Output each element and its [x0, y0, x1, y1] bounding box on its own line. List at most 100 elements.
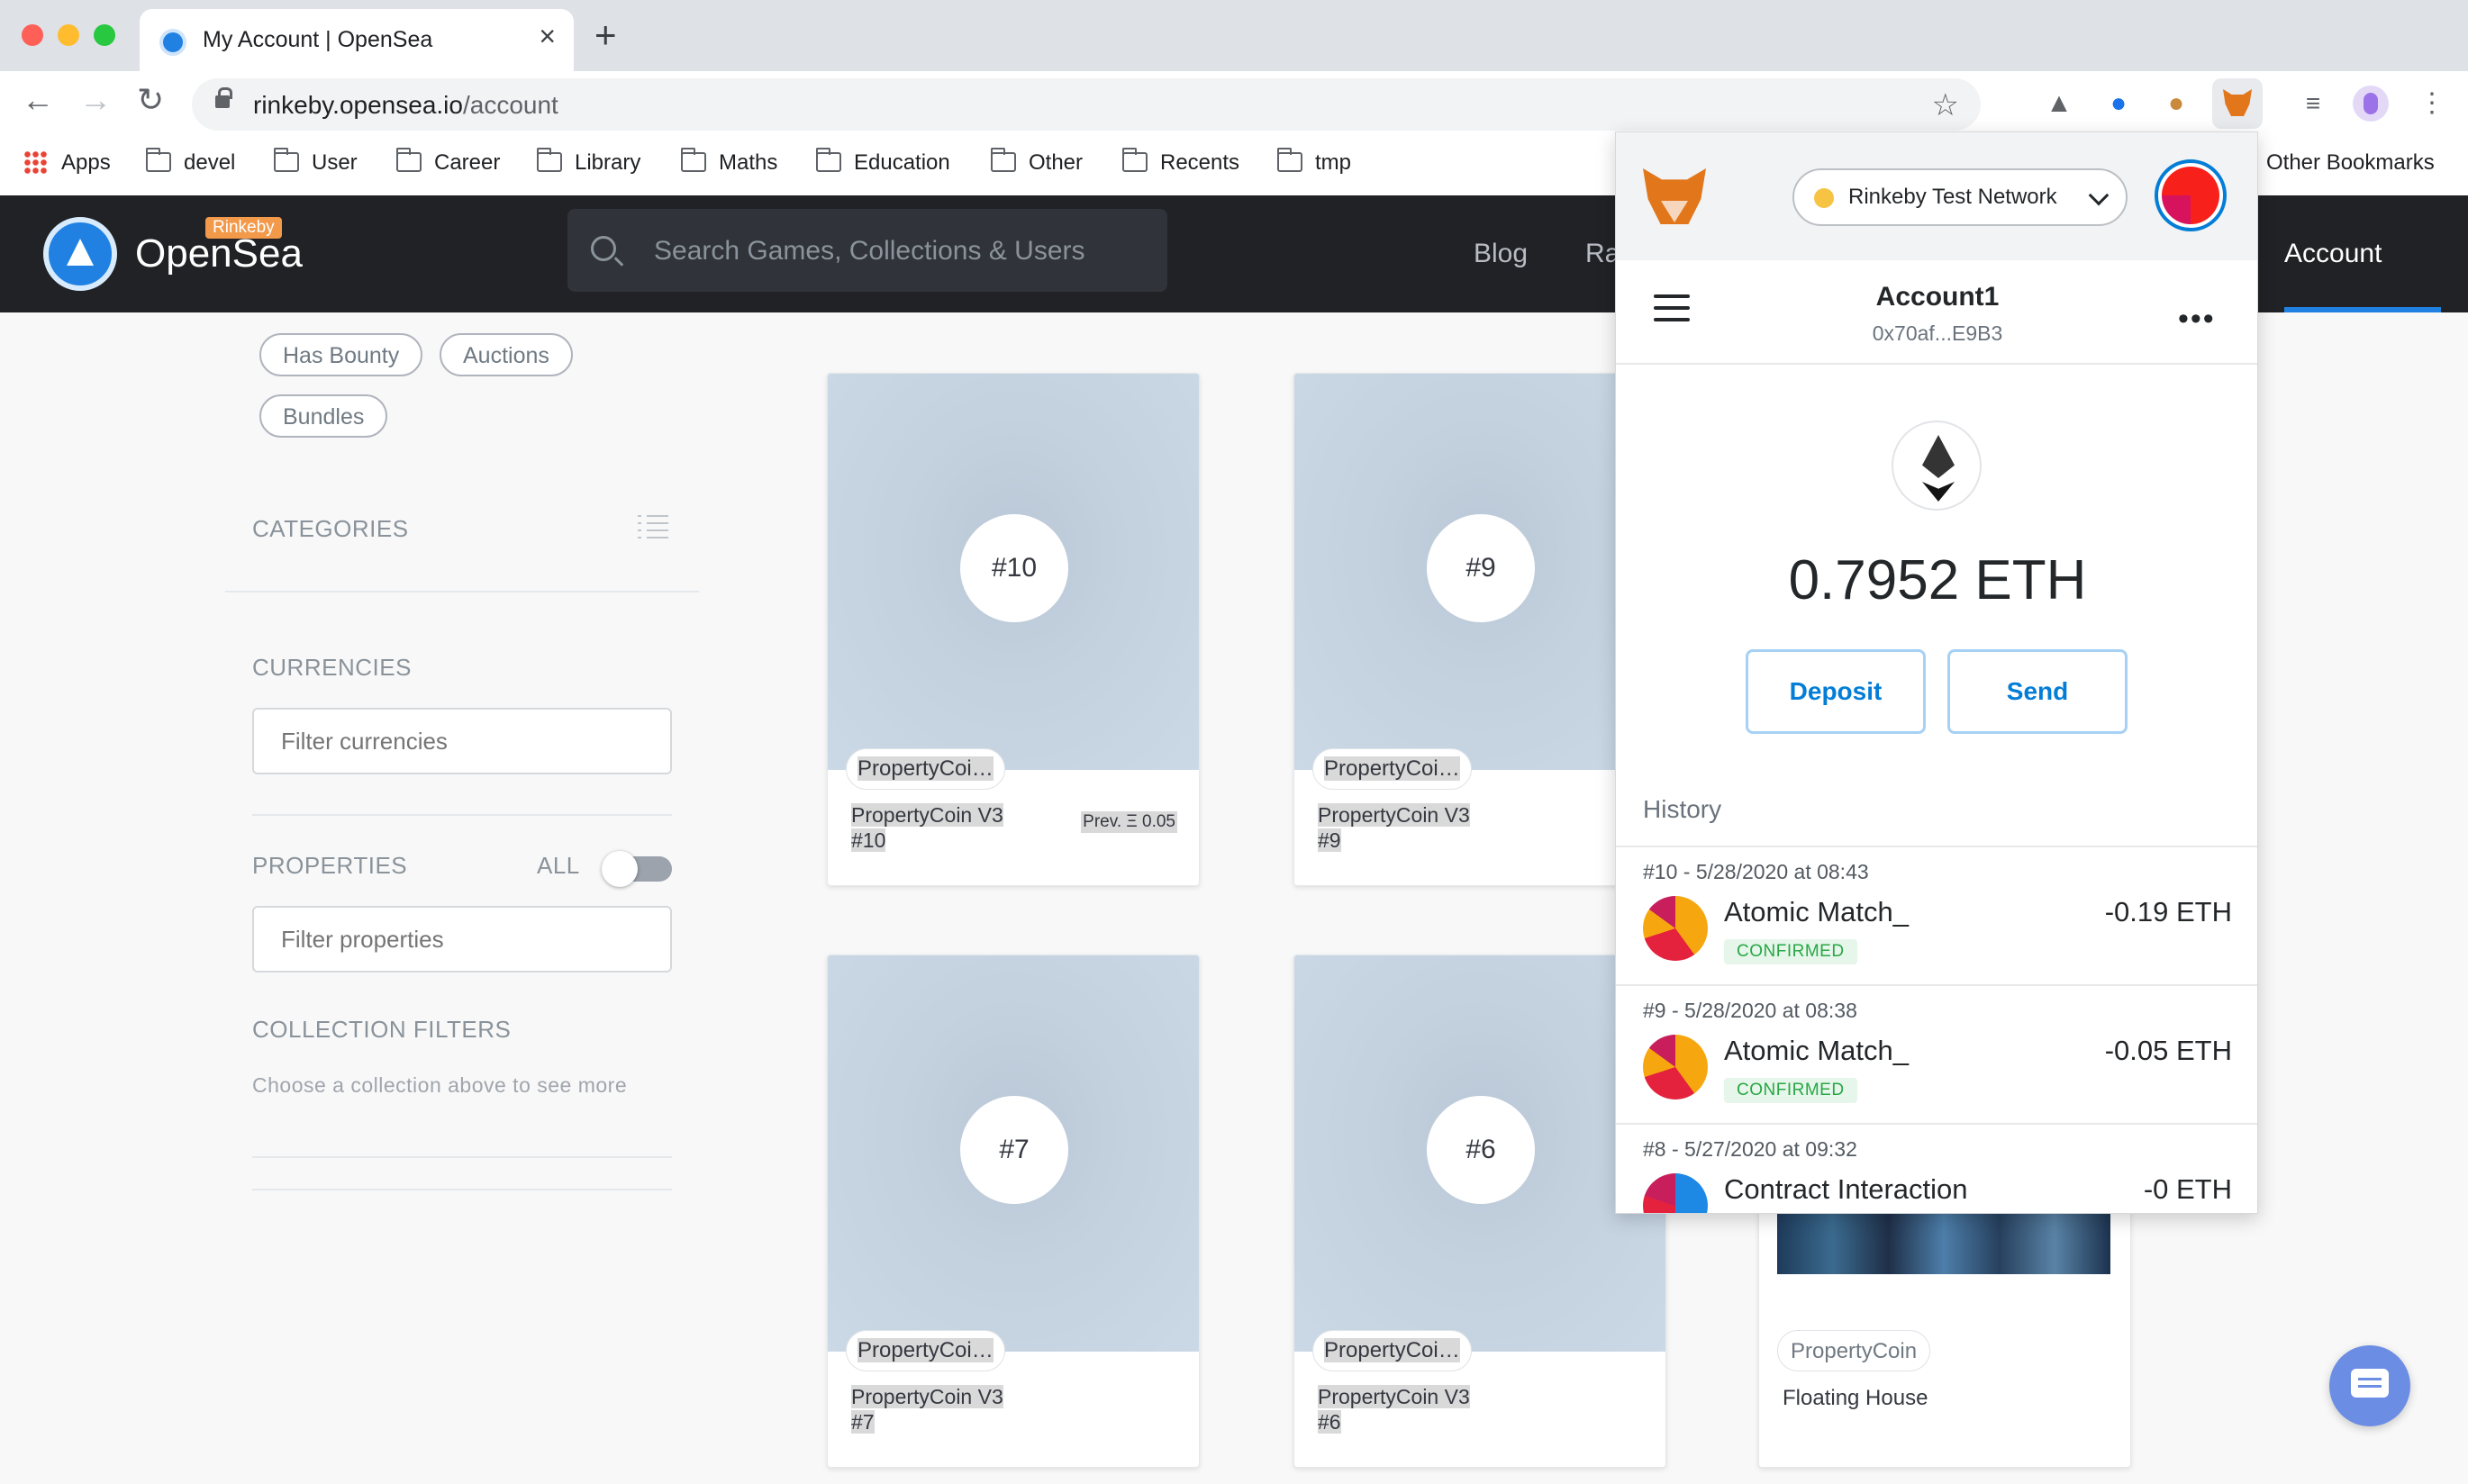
folder-icon	[991, 148, 1016, 172]
transaction-row[interactable]: #8 - 5/27/2020 at 09:32 Contract Interac…	[1616, 1125, 2257, 1213]
asset-image: #7	[828, 955, 1199, 1352]
filter-currencies-input[interactable]	[252, 708, 672, 774]
bookmark-career[interactable]: Career	[396, 148, 500, 176]
browser-toolbar: ← → ↻ rinkeby.opensea.io/account ☆ ▲ ● ●…	[0, 71, 2468, 138]
asset-number-badge: #7	[960, 1096, 1068, 1204]
collection-chip[interactable]: PropertyCoi…	[846, 1330, 1005, 1371]
account-avatar[interactable]	[2155, 159, 2227, 231]
filter-pill-has-bounty[interactable]: Has Bounty	[259, 333, 423, 376]
globe-extension-icon[interactable]: ●	[2101, 86, 2137, 122]
filter-pill-auctions[interactable]: Auctions	[440, 333, 573, 376]
asset-name: Floating House	[1783, 1386, 1928, 1410]
asset-name: PropertyCoin V3 #6	[1318, 1385, 1470, 1434]
asset-card[interactable]: #9 PropertyCoi… PropertyCoin V3 #9	[1293, 373, 1666, 886]
asset-number-badge: #6	[1427, 1096, 1535, 1204]
currencies-heading: CURRENCIES	[252, 654, 412, 681]
properties-all-label: ALL	[537, 852, 580, 879]
minimize-window-button[interactable]	[58, 24, 79, 46]
bookmark-apps[interactable]: Apps	[23, 150, 111, 176]
opensea-logo-icon[interactable]	[43, 217, 117, 291]
sidebar-divider	[225, 591, 699, 593]
account-name[interactable]: Account1	[1616, 282, 2257, 312]
close-window-button[interactable]	[22, 24, 43, 46]
sidebar-divider	[252, 1189, 672, 1190]
asset-image	[1777, 1213, 2110, 1274]
transaction-row[interactable]: #9 - 5/28/2020 at 08:38 Atomic Match_ CO…	[1616, 986, 2257, 1125]
asset-card[interactable]: #7 PropertyCoi… PropertyCoin V3 #7	[827, 955, 1200, 1468]
transaction-identicon-icon	[1643, 1173, 1708, 1213]
bookmark-maths[interactable]: Maths	[681, 148, 777, 176]
browser-tab-active[interactable]: My Account | OpenSea ×	[140, 9, 574, 71]
nav-blog[interactable]: Blog	[1474, 239, 1528, 269]
browser-menu-icon[interactable]: ⋮	[2414, 86, 2450, 122]
transaction-identicon-icon	[1643, 1035, 1708, 1099]
maximize-window-button[interactable]	[94, 24, 115, 46]
tab-close-icon[interactable]: ×	[539, 22, 556, 50]
network-status-dot	[1814, 188, 1834, 208]
forward-button[interactable]: →	[79, 84, 112, 116]
folder-icon	[1277, 148, 1302, 172]
collection-filters-heading: COLLECTION FILTERS	[252, 1016, 512, 1043]
search-placeholder: Search Games, Collections & Users	[654, 236, 1085, 266]
new-tab-button[interactable]: +	[594, 16, 617, 54]
address-bar[interactable]: rinkeby.opensea.io/account ☆	[192, 78, 1981, 131]
asset-image: #9	[1294, 374, 1665, 770]
asset-image: #6	[1294, 955, 1665, 1352]
properties-all-toggle[interactable]	[602, 851, 672, 887]
folder-icon	[274, 148, 299, 172]
transaction-meta: #9 - 5/28/2020 at 08:38	[1643, 999, 1857, 1022]
bookmark-star-icon[interactable]: ☆	[1932, 87, 1959, 123]
transaction-row[interactable]: #10 - 5/28/2020 at 08:43 Atomic Match_ C…	[1616, 847, 2257, 986]
asset-card[interactable]: #10 PropertyCoi… PropertyCoin V3 #10 Prev…	[827, 373, 1200, 886]
drive-extension-icon[interactable]: ▲	[2041, 86, 2077, 122]
filter-properties-input[interactable]	[252, 906, 672, 973]
filter-pill-bundles[interactable]: Bundles	[259, 394, 388, 438]
metamask-fox-icon[interactable]	[1643, 168, 1706, 224]
folder-icon	[146, 148, 171, 172]
sidebar-divider	[252, 814, 672, 816]
transaction-meta: #10 - 5/28/2020 at 08:43	[1643, 860, 1869, 883]
bookmark-library[interactable]: Library	[537, 148, 640, 176]
media-queue-icon[interactable]: ≡	[2295, 86, 2331, 122]
network-selector[interactable]: Rinkeby Test Network	[1792, 168, 2128, 226]
deposit-button[interactable]: Deposit	[1746, 649, 1926, 734]
transaction-title: Contract Interaction	[1724, 1173, 1968, 1205]
bookmark-user[interactable]: User	[274, 148, 358, 176]
collection-chip[interactable]: PropertyCoi…	[1312, 1330, 1472, 1371]
account-address[interactable]: 0x70af...E9B3	[1616, 321, 2257, 346]
bookmark-other-bookmarks[interactable]: Other Bookmarks	[2266, 150, 2435, 176]
bookmark-tmp[interactable]: tmp	[1277, 148, 1351, 176]
bookmark-recents[interactable]: Recents	[1122, 148, 1239, 176]
bookmark-education[interactable]: Education	[816, 148, 950, 176]
apps-grid-icon	[23, 150, 47, 174]
ethereum-icon	[1892, 421, 1982, 511]
folder-icon	[1122, 148, 1148, 172]
profile-avatar[interactable]	[2353, 86, 2389, 122]
account-options-icon[interactable]: •••	[2178, 303, 2216, 334]
list-icon[interactable]	[638, 513, 668, 538]
cookie-extension-icon[interactable]: ●	[2158, 86, 2194, 122]
back-button[interactable]: ←	[22, 84, 54, 116]
categories-heading[interactable]: CATEGORIES	[252, 515, 409, 543]
bookmark-other[interactable]: Other	[991, 148, 1083, 176]
transaction-amount: -0.19 ETH	[2104, 896, 2232, 928]
balance-amount: 0.7952 ETH	[1788, 549, 2087, 611]
metamask-header: Rinkeby Test Network	[1616, 132, 2257, 260]
collection-chip[interactable]: PropertyCoi…	[1312, 748, 1472, 790]
asset-card[interactable]: #6 PropertyCoi… PropertyCoin V3 #6	[1293, 955, 1666, 1468]
collection-chip[interactable]: PropertyCoi…	[846, 748, 1005, 790]
opensea-search-input[interactable]: Search Games, Collections & Users	[567, 209, 1167, 292]
collection-chip[interactable]: PropertyCoin	[1777, 1330, 1931, 1371]
asset-image: #10	[828, 374, 1199, 770]
chat-support-button[interactable]	[2329, 1345, 2410, 1426]
transaction-meta: #8 - 5/27/2020 at 09:32	[1643, 1137, 1857, 1161]
reload-button[interactable]: ↻	[137, 84, 164, 116]
metamask-extension-icon[interactable]	[2212, 78, 2263, 129]
nav-account[interactable]: Account	[2284, 239, 2382, 269]
tab-title: My Account | OpenSea	[203, 27, 433, 52]
history-heading: History	[1643, 795, 1722, 823]
folder-icon	[537, 148, 562, 172]
asset-prev-price: Prev. Ξ 0.05	[1081, 811, 1177, 833]
send-button[interactable]: Send	[1947, 649, 2128, 734]
bookmark-devel[interactable]: devel	[146, 148, 235, 176]
